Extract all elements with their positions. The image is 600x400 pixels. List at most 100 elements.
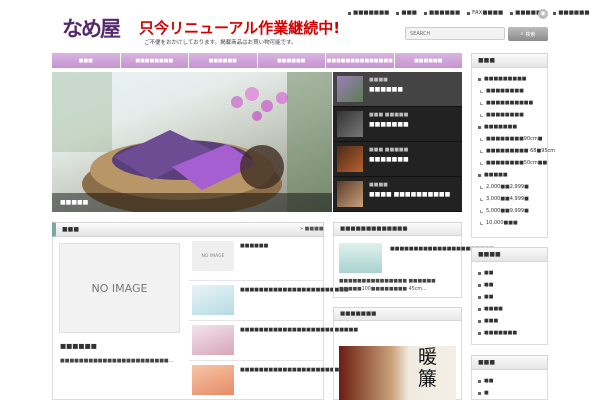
slider-thumbnails: ■■■■ ■■■■■■ ■■■ ■■■■■ ■■■■■■■ ■■■ ■■■■■ …: [333, 72, 462, 212]
featured-post-excerpt: ■■■■■■■■■■■■■■■■■■■■■■■...: [60, 358, 174, 364]
furoshiki-basket-image: [52, 72, 332, 212]
pickup-image[interactable]: [339, 243, 382, 273]
renewal-subline: ご不便をおかけしております。掲載商品はお買い物可能です。: [144, 40, 297, 46]
sidebar-heading: ■■■■: [471, 247, 548, 262]
bullet-icon: [478, 319, 481, 323]
bullet-icon: [478, 331, 481, 335]
sidebar-item[interactable]: ■■: [478, 378, 493, 384]
bullet-icon: [510, 11, 514, 15]
sidebar-subitem[interactable]: ■■■■■■■■■ 68■95cm: [480, 148, 555, 154]
sidebar-item[interactable]: ■■■■■: [478, 172, 508, 178]
bullet-icon: [467, 11, 471, 15]
sidebar-subitem[interactable]: ■■■■■■■■90cm■: [480, 136, 543, 142]
slider-image[interactable]: [52, 72, 332, 212]
chevron-right-icon: »: [300, 226, 304, 232]
slider-thumb-image: [337, 146, 363, 172]
post-list-item[interactable]: ■■■■■■■■■■■■■■■■■■■■■■■: [189, 280, 349, 318]
bullet-icon: [423, 11, 427, 15]
slider-thumb-category: ■■■■: [369, 77, 388, 83]
noren-lettering: 暖簾: [418, 346, 438, 390]
sidebar-subitem[interactable]: ■■■■■■■■50cm■■: [480, 160, 547, 166]
main-nav-item[interactable]: ■■■■■■■■■■■■■■: [326, 53, 394, 68]
slider-thumb[interactable]: ■■■ ■■■■■ ■■■■■■■: [333, 107, 462, 142]
main-nav: ■■■ ■■■■■■■■ ■■■■■■ ■■■■■■ ■■■■■■■■■■■■■…: [52, 53, 462, 68]
slider-thumb-title: ■■■■■■■: [369, 121, 409, 128]
post-list-item[interactable]: ■■■■■■■■■■■■■■■■■■■■■■■■■: [189, 320, 358, 358]
post-list-item[interactable]: NO IMAGE ■■■■■■: [189, 237, 323, 275]
sidebar-item[interactable]: ■: [478, 390, 489, 396]
main-nav-item[interactable]: ■■■: [52, 53, 120, 68]
top-nav-item[interactable]: ■■■■■■: [553, 10, 590, 16]
slider-thumb[interactable]: ■■■■ ■■■■■■: [333, 72, 462, 107]
pickup-excerpt: ■■■■■■■■■■■■■■■ ■■■■■■ ■■■■■100■■■■■■■■ …: [339, 279, 436, 292]
slider-thumb[interactable]: ■■■ ■■■■■ ■■■■■■■: [333, 142, 462, 177]
sidebar-subitem[interactable]: 10,000■■■: [480, 220, 518, 226]
subitem-icon: [480, 149, 483, 153]
sidebar-item[interactable]: ■■■■: [478, 306, 503, 312]
bullet-icon: [478, 271, 481, 275]
slider-caption[interactable]: ■■■■■: [52, 193, 332, 212]
renewal-headline: 只今リニューアル作業継続中!: [139, 19, 341, 37]
top-nav-item[interactable]: ■■■: [396, 10, 417, 16]
search-input[interactable]: [405, 27, 505, 40]
sidebar-subitem[interactable]: ■■■■■■■■■■: [480, 100, 533, 106]
search-icon: ⌕: [520, 31, 524, 37]
post-title: ■■■■■■: [240, 243, 269, 249]
new-posts-heading: ■■■: [52, 222, 324, 237]
subitem-icon: [480, 161, 483, 165]
subitem-icon: [480, 197, 483, 201]
top-nav-item[interactable]: FAX■■■■: [467, 10, 503, 16]
noren-heading: ■■■■■■■: [333, 307, 462, 321]
bullet-icon: [478, 125, 481, 129]
post-thumb: [192, 285, 234, 315]
post-thumb: [192, 365, 234, 395]
logo-text: なめ屋: [62, 16, 121, 41]
new-posts-more-link[interactable]: » ■■■■: [300, 226, 324, 232]
bullet-icon: [478, 391, 481, 395]
slider-thumb-category: ■■■ ■■■■■: [369, 147, 409, 153]
bullet-icon: [553, 11, 557, 15]
sidebar-subitem[interactable]: ■■■■■■■■: [480, 88, 524, 94]
slider-thumb-category: ■■■ ■■■■■: [369, 112, 409, 118]
sidebar-subitem[interactable]: 5,000■■9,999■: [480, 208, 529, 214]
top-nav-item[interactable]: ■■■■■■: [423, 10, 460, 16]
bullet-icon: [478, 295, 481, 299]
bullet-icon: [348, 11, 351, 15]
main-nav-item[interactable]: ■■■■■■■■: [120, 53, 188, 68]
bullet-icon: [478, 379, 481, 383]
sidebar-item[interactable]: ■■: [478, 282, 493, 288]
slider-thumb-title: ■■■■ ■■■■■■■■■■: [369, 191, 451, 198]
site-logo[interactable]: なめ屋: [62, 14, 132, 44]
bullet-icon: [396, 11, 400, 15]
pickup-heading: ■■■■■■■■■■■■■: [333, 222, 462, 236]
sidebar-item[interactable]: ■■■■■■■: [478, 330, 517, 336]
sidebar-subitem[interactable]: ■■■■■■■■: [480, 112, 524, 118]
search-button[interactable]: ⌕ 検索: [508, 27, 548, 41]
sidebar-item[interactable]: ■■■■■■■■■: [478, 76, 527, 82]
subitem-icon: [480, 137, 483, 141]
rss-icon[interactable]: ◉: [538, 9, 548, 19]
post-title: ■■■■■■■■■■■■■■■■■■■■■: [240, 367, 340, 373]
bullet-icon: [478, 77, 481, 81]
slider-thumb[interactable]: ■■■■ ■■■■ ■■■■■■■■■■: [333, 177, 462, 212]
sidebar-item[interactable]: ■■■■■■■: [478, 124, 517, 130]
main-nav-item[interactable]: ■■■■■■: [257, 53, 325, 68]
main-nav-item[interactable]: ■■■■■■: [394, 53, 462, 68]
sidebar-item[interactable]: ■■: [478, 294, 493, 300]
slider-thumb-image: [337, 181, 363, 207]
sidebar-item[interactable]: ■■: [478, 270, 493, 276]
sidebar-heading: ■■■: [471, 355, 548, 370]
top-nav-item[interactable]: ■■■■■■■: [348, 10, 389, 16]
sidebar-item[interactable]: ■■■: [478, 318, 498, 324]
subitem-icon: [480, 113, 483, 117]
main-nav-item[interactable]: ■■■■■■: [189, 53, 257, 68]
slider-caption-title: ■■■■■: [60, 199, 89, 206]
sidebar-subitem[interactable]: 2,000■■2,999■: [480, 184, 529, 190]
sidebar-subitem[interactable]: 3,000■■4,999■: [480, 196, 529, 202]
slider-thumb-image: [337, 76, 363, 102]
featured-post-title[interactable]: ■■■■■■: [60, 342, 97, 350]
featured-post-image[interactable]: NO IMAGE: [59, 243, 180, 333]
slider-thumb-title: ■■■■■■: [369, 86, 404, 93]
slider-thumb-category: ■■■■: [369, 182, 388, 188]
post-list-item[interactable]: ■■■■■■■■■■■■■■■■■■■■■: [189, 360, 339, 398]
